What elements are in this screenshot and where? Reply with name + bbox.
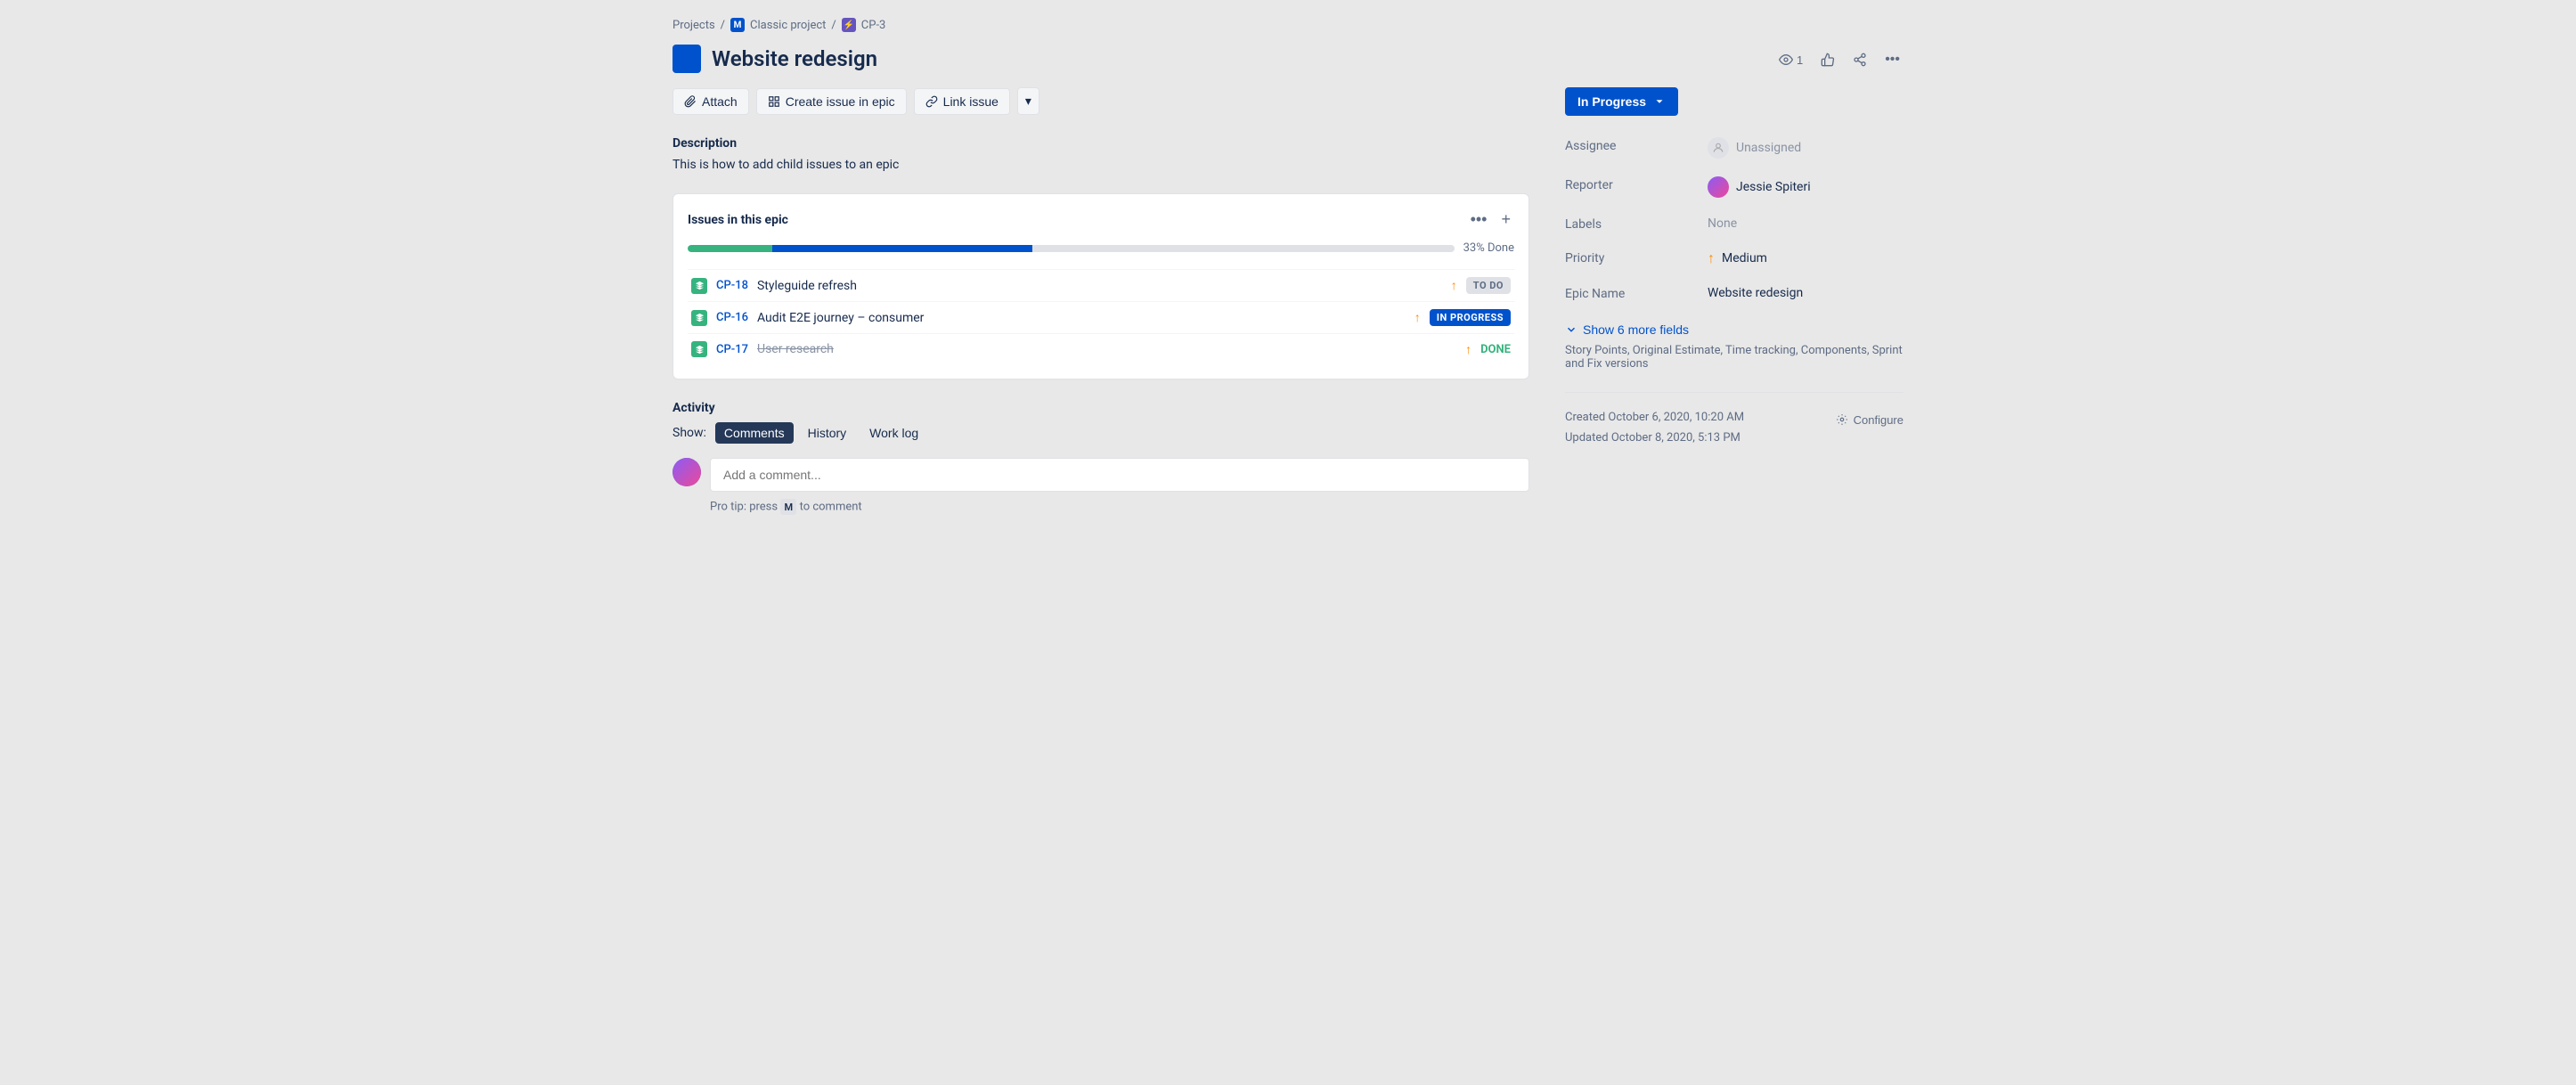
epic-panel-add-button[interactable]: + [1497, 208, 1514, 231]
comment-input[interactable] [710, 458, 1529, 492]
epic-name-value[interactable]: Website redesign [1708, 285, 1903, 301]
issue-key[interactable]: CP-17 [716, 343, 748, 356]
page-title: Website redesign [712, 46, 877, 71]
create-issue-label: Create issue in epic [786, 94, 895, 109]
assignee-avatar [1708, 137, 1729, 159]
assignee-value[interactable]: Unassigned [1708, 137, 1903, 159]
like-icon [1821, 53, 1835, 67]
show-more-fields-button[interactable]: Show 6 more fields [1565, 322, 1689, 337]
configure-button[interactable]: Configure [1836, 413, 1903, 427]
issue-type-icon [673, 45, 701, 73]
chevron-down-icon [1565, 323, 1577, 336]
priority-value[interactable]: ↑ Medium [1708, 249, 1903, 267]
priority-label: Priority [1565, 249, 1708, 267]
pro-tip: Pro tip: press M to comment [710, 499, 1529, 515]
labels-text: None [1708, 216, 1737, 231]
labels-value[interactable]: None [1708, 216, 1903, 232]
toolbar: Attach Create issue in epic Link issue ▾ [673, 87, 1529, 115]
progress-bar [688, 245, 1455, 252]
create-issue-button[interactable]: Create issue in epic [756, 88, 907, 115]
link-issue-button[interactable]: Link issue [914, 88, 1010, 115]
gear-icon [1836, 413, 1848, 426]
activity-tab-comments[interactable]: Comments [715, 422, 794, 444]
description-text: This is how to add child issues to an ep… [673, 158, 1529, 172]
progress-inprogress [772, 245, 1033, 252]
project-icon: M [730, 18, 745, 32]
link-icon [925, 95, 938, 108]
priority-text: Medium [1722, 251, 1767, 265]
create-issue-icon [768, 95, 780, 108]
epic-name-label: Epic Name [1565, 285, 1708, 301]
issue-icon: ⚡ [842, 18, 856, 32]
assignee-text: Unassigned [1736, 141, 1801, 155]
issue-type-icon-small [691, 310, 707, 326]
show-more-label: Show 6 more fields [1583, 322, 1689, 337]
issue-name: User research [757, 342, 1456, 356]
progress-done [688, 245, 772, 252]
activity-section: Activity Show: CommentsHistoryWork log P… [673, 401, 1529, 515]
more-button[interactable]: ••• [1881, 48, 1903, 71]
watch-button[interactable]: 1 [1775, 49, 1806, 70]
toolbar-more-dropdown[interactable]: ▾ [1017, 87, 1039, 115]
breadcrumb: Projects / M Classic project / ⚡ CP-3 [673, 18, 1903, 32]
attach-button[interactable]: Attach [673, 88, 749, 115]
assignee-label: Assignee [1565, 137, 1708, 159]
progress-label: 33% Done [1463, 241, 1514, 255]
reporter-avatar [1708, 176, 1729, 198]
issue-row: CP-17 User research ↑ DONE [688, 333, 1514, 364]
attach-icon [684, 95, 697, 108]
activity-tab-history[interactable]: History [799, 422, 856, 444]
breadcrumb-issue-key[interactable]: CP-3 [861, 19, 886, 32]
shortcut-key: M [780, 499, 796, 515]
reporter-label: Reporter [1565, 176, 1708, 198]
status-label: In Progress [1577, 94, 1646, 109]
issue-type-icon-small [691, 278, 707, 294]
issue-row: CP-18 Styleguide refresh ↑ TO DO [688, 269, 1514, 301]
share-button[interactable] [1849, 49, 1871, 70]
epic-panel-more-button[interactable]: ••• [1467, 208, 1491, 231]
status-button[interactable]: In Progress [1565, 87, 1678, 116]
epic-name-text: Website redesign [1708, 286, 1803, 300]
issue-key[interactable]: CP-16 [716, 311, 748, 324]
issue-name: Audit E2E journey – consumer [757, 311, 1406, 325]
breadcrumb-project[interactable]: Classic project [750, 19, 826, 32]
issue-key[interactable]: CP-18 [716, 279, 748, 292]
chevron-down-icon [1653, 95, 1666, 108]
current-user-avatar [673, 458, 701, 486]
comment-row [673, 458, 1529, 492]
fields-hint: Story Points, Original Estimate, Time tr… [1565, 344, 1903, 371]
reporter-text: Jessie Spiteri [1736, 180, 1811, 194]
activity-tab-work-log[interactable]: Work log [860, 422, 927, 444]
issue-row: CP-16 Audit E2E journey – consumer ↑ IN PRO… [688, 301, 1514, 333]
updated-timestamp: Updated October 8, 2020, 5:13 PM [1565, 428, 1903, 448]
issue-type-icon-small [691, 341, 707, 357]
status-badge[interactable]: DONE [1480, 343, 1511, 356]
right-panel: In Progress Assignee Unassigned Reporter… [1565, 87, 1903, 449]
issue-name: Styleguide refresh [757, 279, 1442, 293]
show-label: Show: [673, 426, 706, 440]
like-button[interactable] [1817, 49, 1838, 70]
epic-issues-panel: Issues in this epic ••• + 33% Done CP-18… [673, 193, 1529, 379]
status-badge[interactable]: IN PROGRESS [1430, 309, 1511, 326]
share-icon [1853, 53, 1867, 67]
configure-label: Configure [1854, 413, 1903, 427]
meta-grid: Assignee Unassigned Reporter Jessie Spit… [1565, 137, 1903, 301]
status-badge[interactable]: TO DO [1466, 277, 1511, 294]
activity-heading: Activity [673, 401, 1529, 415]
priority-icon: ↑ [1708, 249, 1715, 267]
labels-label: Labels [1565, 216, 1708, 232]
link-issue-label: Link issue [943, 94, 999, 109]
description-heading: Description [673, 136, 1529, 151]
priority-icon: ↑ [1414, 310, 1421, 325]
attach-label: Attach [702, 94, 738, 109]
reporter-value[interactable]: Jessie Spiteri [1708, 176, 1903, 198]
epic-panel-title: Issues in this epic [688, 213, 788, 227]
user-icon [1712, 142, 1724, 154]
breadcrumb-projects[interactable]: Projects [673, 19, 715, 32]
priority-icon: ↑ [1451, 278, 1457, 293]
priority-icon: ↑ [1465, 342, 1471, 357]
watch-icon [1779, 53, 1793, 67]
